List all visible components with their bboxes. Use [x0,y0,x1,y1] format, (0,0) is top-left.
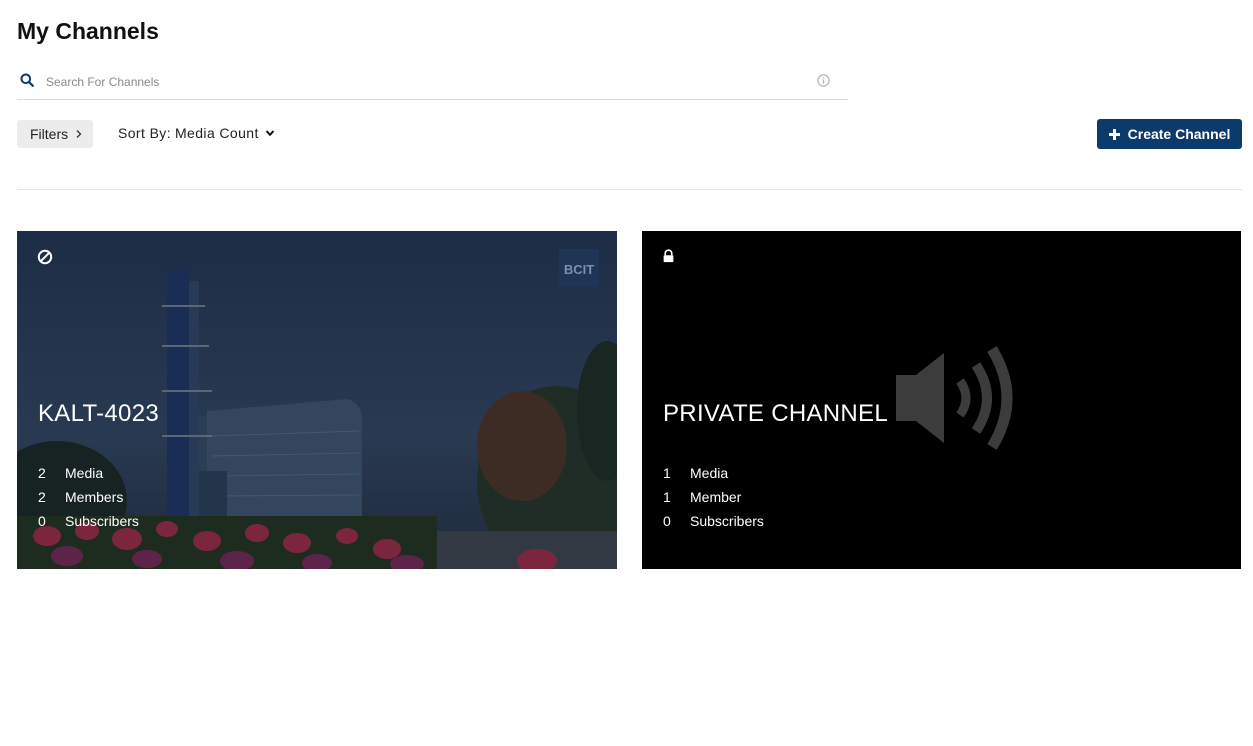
sort-label: Sort By: [118,125,171,141]
lock-icon [663,249,674,263]
divider [17,189,1242,190]
channel-name: KALT-4023 [38,400,160,427]
filters-label: Filters [30,126,69,142]
channel-stats: 1 Media 1 Member 0 Subscribers [663,461,764,533]
plus-icon [1108,128,1120,140]
chevron-down-icon [265,130,275,137]
speaker-icon [896,346,1013,450]
stat-members: 2 Members [38,485,139,509]
restricted-icon [37,249,53,265]
stat-count: 2 [38,465,46,481]
stat-count: 2 [38,489,46,505]
page-title: My Channels [17,18,159,44]
channel-stats: 2 Media 2 Members 0 Subscribers [38,461,139,533]
stat-count: 1 [663,465,671,481]
bcit-logo: BCIT [559,249,599,287]
search-input[interactable] [46,71,806,93]
stat-media: 1 Media [663,461,764,485]
channel-card[interactable]: PRIVATE CHANNEL 1 Media 1 Member 0 Subsc… [642,231,1241,569]
stat-count: 0 [663,513,671,529]
stat-count: 0 [38,513,46,529]
stat-count: 1 [663,489,671,505]
stat-label: Subscribers [65,513,139,529]
info-icon[interactable] [817,74,830,87]
stat-members: 1 Member [663,485,764,509]
sort-value: Media Count [175,125,259,141]
stat-subscribers: 0 Subscribers [663,509,764,533]
search-bar [17,64,848,100]
chevron-right-icon [76,130,82,138]
create-channel-label: Create Channel [1127,126,1231,142]
stat-label: Members [65,489,124,505]
channel-name: PRIVATE CHANNEL [663,400,888,427]
stat-label: Subscribers [690,513,764,529]
create-channel-button[interactable]: Create Channel [1097,119,1242,149]
stat-label: Media [690,465,729,481]
sort-dropdown[interactable]: Sort By: Media Count [118,125,275,141]
stat-media: 2 Media [38,461,139,485]
stat-label: Member [690,489,742,505]
search-icon[interactable] [20,73,34,87]
filters-button[interactable]: Filters [17,120,93,148]
stat-subscribers: 0 Subscribers [38,509,139,533]
svg-text:BCIT: BCIT [564,262,594,277]
stat-label: Media [65,465,104,481]
channel-card[interactable]: BCIT KALT-4023 2 Media 2 Members 0 Subsc… [17,231,617,569]
